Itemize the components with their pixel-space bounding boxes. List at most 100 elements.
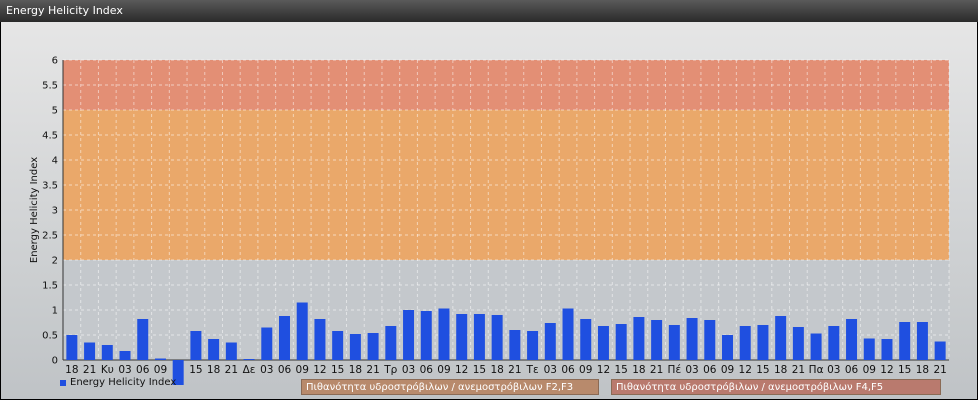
bar <box>668 325 680 360</box>
y-tick-label: 3 <box>52 206 58 217</box>
legend-band-f4f5: Πιθανότητα υδροστρόβιλων / ανεμοστρόβιλω… <box>611 379 941 395</box>
bar <box>225 342 237 360</box>
y-tick-label: 5.5 <box>42 81 58 92</box>
bar <box>828 326 840 360</box>
x-tick-label: 03 <box>260 364 273 376</box>
bar <box>420 311 432 360</box>
x-tick-label: 12 <box>880 364 893 376</box>
x-tick-label: 21 <box>792 364 805 376</box>
x-tick-label: Πέ <box>668 364 682 376</box>
bar <box>810 333 822 360</box>
bar <box>704 320 716 360</box>
x-tick-label: 18 <box>65 364 78 376</box>
x-tick-label: 09 <box>579 364 592 376</box>
x-tick-label: 15 <box>473 364 486 376</box>
x-tick-label: 15 <box>331 364 344 376</box>
bar <box>243 359 255 360</box>
x-tick-label: 21 <box>366 364 379 376</box>
x-tick-label: 09 <box>154 364 167 376</box>
bar <box>792 327 804 360</box>
x-tick-label: 15 <box>614 364 627 376</box>
bar <box>597 326 609 360</box>
y-tick-label: 1.5 <box>42 281 58 292</box>
bar <box>279 316 290 360</box>
bar <box>66 335 78 360</box>
bar <box>899 322 911 360</box>
bar <box>757 325 769 360</box>
y-tick-label: 6 <box>52 56 58 67</box>
bar <box>686 318 698 360</box>
bar <box>84 342 96 360</box>
bar <box>491 315 503 360</box>
legend-swatch <box>60 380 66 386</box>
x-tick-label: 15 <box>189 364 202 376</box>
bar <box>562 308 574 360</box>
x-tick-label: Πα <box>809 364 824 376</box>
x-tick-label: 06 <box>136 364 150 376</box>
bar <box>119 351 131 360</box>
bar <box>314 319 326 360</box>
bar <box>527 331 539 360</box>
x-tick-label: 18 <box>207 364 220 376</box>
legend-series-label: Energy Helicity Index <box>70 377 176 388</box>
x-tick-label: 18 <box>916 364 929 376</box>
x-tick-label: 18 <box>774 364 787 376</box>
bar <box>615 324 627 360</box>
x-tick-label: 09 <box>721 364 734 376</box>
x-tick-label: 03 <box>685 364 698 376</box>
window-titlebar: Energy Helicity Index <box>0 0 978 22</box>
x-tick-label: 21 <box>933 364 946 376</box>
x-tick-label: 06 <box>561 364 575 376</box>
bar <box>154 358 166 360</box>
y-tick-label: 4 <box>52 156 58 167</box>
x-tick-label: 03 <box>827 364 840 376</box>
x-tick-label: 09 <box>437 364 450 376</box>
x-tick-label: 06 <box>420 364 434 376</box>
legend-band-f2f3: Πιθανότητα υδροστρόβιλων / ανεμοστρόβιλω… <box>301 379 599 395</box>
bar <box>349 334 361 360</box>
x-tick-label: 09 <box>863 364 876 376</box>
x-tick-label: Κυ <box>101 364 114 376</box>
x-tick-label: Τρ <box>383 364 397 376</box>
bar <box>934 341 946 360</box>
y-tick-label: 2 <box>52 256 58 267</box>
x-tick-label: 03 <box>118 364 131 376</box>
y-tick-label: 0.5 <box>42 331 58 342</box>
bar <box>296 302 308 360</box>
x-tick-label: 18 <box>490 364 503 376</box>
bar <box>633 317 645 360</box>
bar <box>651 320 663 360</box>
bar <box>473 314 485 360</box>
bar <box>208 339 220 360</box>
window-title: Energy Helicity Index <box>6 4 123 17</box>
bar <box>385 326 397 360</box>
bar <box>580 319 592 360</box>
y-tick-label: 3.5 <box>42 181 58 192</box>
bar <box>190 331 202 360</box>
x-tick-label: 09 <box>296 364 309 376</box>
x-tick-label: Δε <box>243 364 256 376</box>
bar <box>544 323 556 360</box>
x-tick-label: 03 <box>544 364 557 376</box>
bar <box>456 314 468 360</box>
bar <box>881 339 893 360</box>
x-tick-label: 06 <box>278 364 292 376</box>
bar <box>846 319 858 360</box>
x-tick-label: 12 <box>739 364 752 376</box>
y-tick-label: 0 <box>52 356 58 367</box>
x-tick-label: Τε <box>526 364 539 376</box>
x-tick-label: 12 <box>455 364 468 376</box>
chart-panel: 0 0.5 1 1.5 2 2.5 3 3.5 4 4.5 5 5.5 6 18 21 Κυ 03 06 09 15 1… <box>1 22 977 399</box>
bar <box>438 308 450 360</box>
x-tick-label: 21 <box>225 364 238 376</box>
x-tick-label: 12 <box>597 364 610 376</box>
y-tick-label: 5 <box>52 106 58 117</box>
bar <box>137 319 149 360</box>
bar <box>775 316 787 360</box>
bar <box>863 338 875 360</box>
bar <box>261 327 273 360</box>
bar <box>722 335 733 360</box>
chart-window: Energy Helicity Index 0 0.5 1 1.5 2 2.5 3 3.5 4 4… <box>0 0 978 400</box>
y-tick-label: 1 <box>52 306 58 317</box>
bar <box>403 310 415 360</box>
